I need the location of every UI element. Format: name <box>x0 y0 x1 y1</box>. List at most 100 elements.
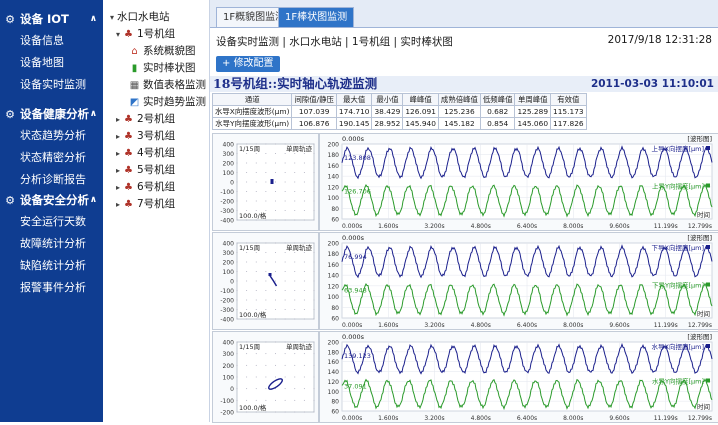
collapse-toggle-icon[interactable]: ▾ <box>113 26 123 43</box>
expand-toggle-icon[interactable]: ▸ <box>113 128 123 145</box>
tab-bar-chart-monitor[interactable]: 1F棒状图监测 <box>278 7 355 27</box>
modify-config-label: 修改配置 <box>233 58 274 69</box>
orbit-grid-dot <box>265 210 267 211</box>
trend-y-tick: 180 <box>328 349 340 356</box>
orbit-grid-dot <box>255 353 257 355</box>
trend-x-tick: 0.000s <box>342 223 362 230</box>
sidebar-item-safe-days[interactable]: 安全运行天数 <box>0 211 103 233</box>
orbit-grid-dot <box>303 411 305 413</box>
tree-node-label: 4号机组 <box>137 147 176 159</box>
orbit-grid-dot <box>255 364 257 366</box>
modify-config-button[interactable]: + 修改配置 <box>216 56 280 72</box>
sidebar-item-defect-stats[interactable]: 缺陷统计分析 <box>0 255 103 277</box>
orbit-grid-dot <box>313 341 315 343</box>
tree-node-bar-chart[interactable]: ▮ 实时棒状图 <box>107 60 206 77</box>
sidebar-item-realtime-monitor[interactable]: 设备实时监测 <box>0 74 103 96</box>
collapse-toggle-icon[interactable]: ▾ <box>107 9 117 26</box>
tree-node-unit-4[interactable]: ▸ ♣ 4号机组 <box>107 145 206 162</box>
trend-y-tick: 160 <box>328 262 340 269</box>
tree-node-table-monitor[interactable]: ▦ 数值表格监测 <box>107 77 206 94</box>
orbit-grid-dot <box>294 280 296 282</box>
trend-y-tick: 60 <box>331 316 339 323</box>
orbit-grid-dot <box>284 318 286 320</box>
trend-x-tick: 4.800s <box>471 322 491 329</box>
orbit-grid-dot <box>255 172 257 173</box>
orbit-fraction-label: 1/15周 <box>239 145 260 153</box>
tree-node-unit-5[interactable]: ▸ ♣ 5号机组 <box>107 162 206 179</box>
tree-node-label: 1号机组 <box>137 28 176 40</box>
orbit-y-tick: -200 <box>220 199 234 206</box>
orbit-y-tick: -200 <box>220 410 234 417</box>
orbit-grid-dot <box>255 252 257 253</box>
sidebar-item-diagnosis-report[interactable]: 分析诊断报告 <box>0 169 103 191</box>
orbit-grid-dot <box>284 271 286 272</box>
orbit-y-tick: 300 <box>223 151 235 158</box>
tree-node-station[interactable]: ▾ 水口水电站 <box>107 9 206 26</box>
sidebar-section-health: ⚙ 设备健康分析 ∧ 状态趋势分析 状态精密分析 分析诊断报告 <box>0 103 103 191</box>
orbit-grid-dot <box>236 388 238 390</box>
orbit-grid-dot <box>294 271 296 272</box>
expand-toggle-icon[interactable]: ▸ <box>113 179 123 196</box>
tree-node-label: 2号机组 <box>137 113 176 125</box>
trend-y-tick: 100 <box>328 389 340 396</box>
orbit-grid-dot <box>313 242 315 244</box>
orbit-grid-dot <box>294 172 296 173</box>
table-cell: 126.091 <box>402 105 439 118</box>
orbit-grid-dot <box>265 143 267 145</box>
waveform-series-value: 63.948 <box>344 287 367 295</box>
tree-node-unit-1[interactable]: ▾ ♣ 1号机组 <box>107 26 206 43</box>
orbit-grid-dot <box>275 143 276 145</box>
trend-x-tick: 12.799s <box>688 415 712 422</box>
sidebar-section-header[interactable]: ⚙ 设备安全分析 ∧ <box>0 189 103 211</box>
orbit-grid-dot <box>255 210 257 211</box>
orbit-grid-dot <box>265 242 267 244</box>
sidebar-item-precision-analysis[interactable]: 状态精密分析 <box>0 147 103 169</box>
tree-node-unit-6[interactable]: ▸ ♣ 6号机组 <box>107 179 206 196</box>
sidebar-item-trend-analysis[interactable]: 状态趋势分析 <box>0 125 103 147</box>
sidebar-section-header[interactable]: ⚙ 设备健康分析 ∧ <box>0 103 103 125</box>
tree-node-unit-2[interactable]: ▸ ♣ 2号机组 <box>107 111 206 128</box>
expand-toggle-icon[interactable]: ▸ <box>113 111 123 128</box>
trend-type-tag: [波形图] <box>687 233 712 242</box>
tree-node-overview[interactable]: ⌂ 系统概貌图 <box>107 43 206 60</box>
orbit-grid-dot <box>275 252 276 253</box>
orbit-y-tick: -100 <box>220 288 234 295</box>
orbit-grid-dot <box>303 181 305 183</box>
waveform-series-value: 139.123 <box>344 352 371 360</box>
trend-y-tick: 120 <box>328 379 340 386</box>
expand-toggle-icon[interactable]: ▸ <box>113 145 123 162</box>
sidebar-item-device-info[interactable]: 设备信息 <box>0 30 103 52</box>
orbit-grid-dot <box>246 309 248 310</box>
table-cell: 水导X向摆度波形(μm) <box>211 105 293 118</box>
trend-y-tick: 180 <box>328 152 340 159</box>
orbit-y-tick: -300 <box>220 208 234 215</box>
orbit-grid-dot <box>236 309 238 310</box>
trend-y-tick: 180 <box>328 251 340 258</box>
orbit-grid-dot <box>255 181 257 183</box>
table-icon: ▦ <box>129 80 140 91</box>
orbit-grid-dot <box>265 290 267 291</box>
expand-toggle-icon[interactable]: ▸ <box>113 162 123 179</box>
sidebar-section-header[interactable]: ⚙ 设备 IOT ∧ <box>0 8 103 30</box>
tree-node-trend-monitor[interactable]: ◩ 实时趋势监测 <box>107 94 206 111</box>
tree-node-unit-3[interactable]: ▸ ♣ 3号机组 <box>107 128 206 145</box>
orbit-grid-dot <box>294 299 296 301</box>
trend-y-tick: 120 <box>328 283 340 290</box>
expand-toggle-icon[interactable]: ▸ <box>113 196 123 213</box>
sidebar-item-fault-stats[interactable]: 故障统计分析 <box>0 233 103 255</box>
trend-y-tick: 140 <box>328 273 340 280</box>
trend-x-tick: 1.600s <box>378 223 398 230</box>
table-cell: 0.682 <box>479 105 516 118</box>
orbit-grid-dot <box>246 191 248 192</box>
trend-y-tick: 60 <box>331 217 339 224</box>
sidebar-item-alarm-events[interactable]: 报警事件分析 <box>0 277 103 299</box>
table-cell: 125.236 <box>437 105 481 118</box>
trend-x-axis-label: 时间 <box>697 210 710 219</box>
orbit-grid-dot <box>313 280 315 282</box>
tree-node-unit-7[interactable]: ▸ ♣ 7号机组 <box>107 196 206 213</box>
orbit-grid-dot <box>265 399 267 401</box>
orbit-y-tick: 300 <box>223 351 235 358</box>
sidebar-item-device-map[interactable]: 设备地图 <box>0 52 103 74</box>
orbit-grid-dot <box>265 376 267 378</box>
orbit-y-tick: 100 <box>223 269 235 276</box>
